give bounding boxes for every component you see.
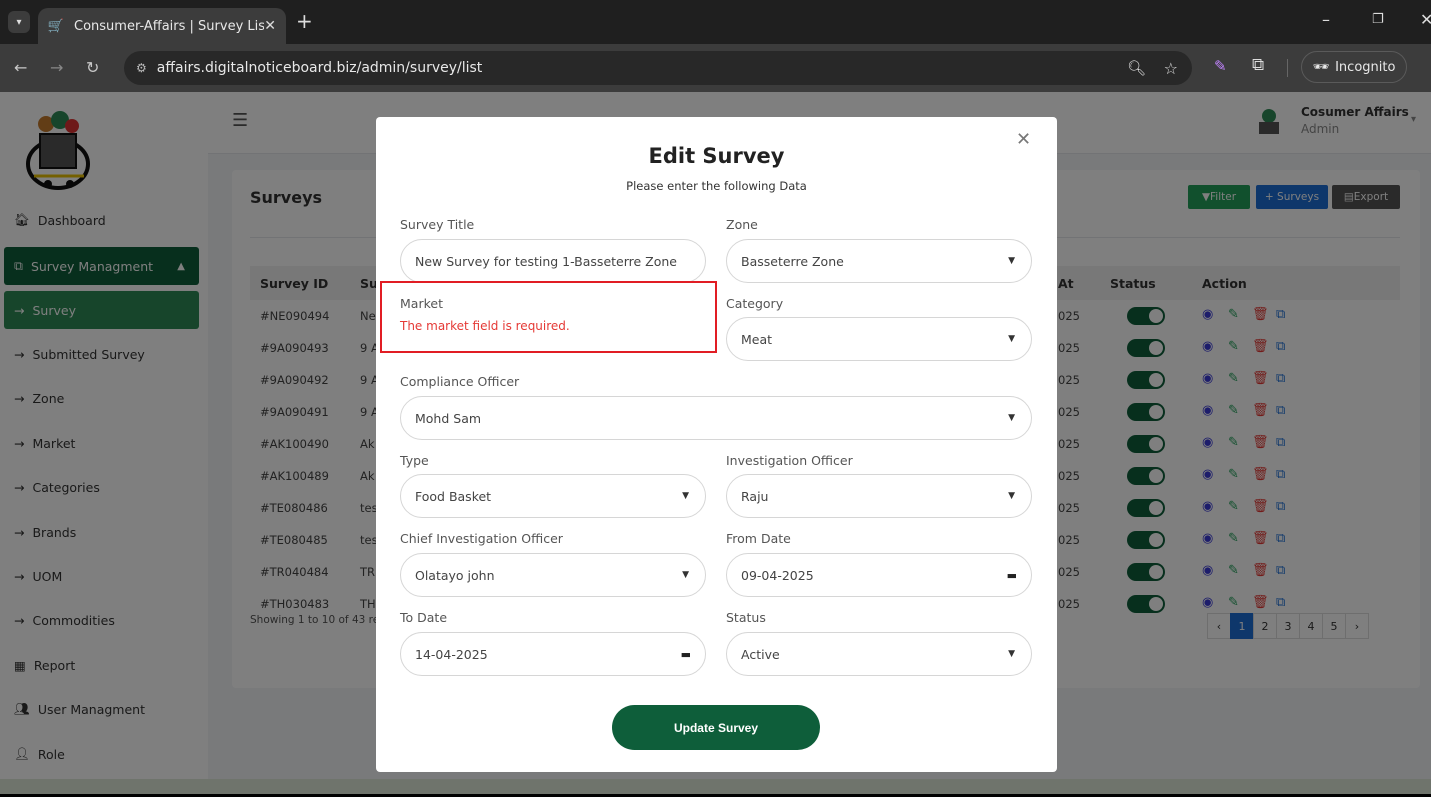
- chevron-down-icon: ▼: [1008, 413, 1015, 423]
- market-label: Market: [400, 296, 443, 311]
- toolbar-separator: [1287, 59, 1288, 77]
- update-survey-button[interactable]: Update Survey: [612, 705, 820, 750]
- extension-feather-icon[interactable]: ✎: [1214, 57, 1227, 75]
- chevron-down-icon: ▼: [1008, 256, 1015, 266]
- incognito-icon: 🕶︎: [1312, 59, 1330, 75]
- investigation-officer-select[interactable]: Raju ▼: [726, 474, 1032, 518]
- window-minimize-icon[interactable]: –: [1322, 10, 1330, 29]
- investigation-officer-label: Investigation Officer: [726, 453, 853, 468]
- back-icon[interactable]: ←: [14, 58, 27, 77]
- incognito-badge[interactable]: 🕶︎ Incognito: [1301, 51, 1407, 83]
- site-info-icon[interactable]: ⚙: [136, 61, 147, 75]
- modal-title: Edit Survey: [648, 144, 785, 168]
- window-restore-icon[interactable]: ❐: [1372, 12, 1384, 27]
- from-date-label: From Date: [726, 531, 791, 546]
- category-select[interactable]: Meat ▼: [726, 317, 1032, 361]
- type-label: Type: [400, 453, 429, 468]
- extensions-puzzle-icon[interactable]: ⧉: [1252, 55, 1264, 75]
- market-error-message: The market field is required.: [400, 319, 570, 333]
- type-select[interactable]: Food Basket ▼: [400, 474, 706, 518]
- compliance-officer-select[interactable]: Mohd Sam ▼: [400, 396, 1032, 440]
- type-value: Food Basket: [415, 488, 492, 504]
- forward-icon[interactable]: →: [50, 58, 63, 77]
- zone-label: Zone: [726, 217, 758, 232]
- from-date-input[interactable]: 09-04-2025 ▬: [726, 553, 1032, 597]
- browser-tab-bar: ▾ 🛒 Consumer-Affairs | Survey List ✕ + –…: [0, 0, 1431, 44]
- from-date-value: 09-04-2025: [741, 567, 814, 583]
- bookmark-star-icon[interactable]: ☆: [1164, 59, 1178, 78]
- chevron-down-icon: ▼: [682, 570, 689, 580]
- modal-subtitle: Please enter the following Data: [626, 179, 807, 193]
- compliance-officer-label: Compliance Officer: [400, 374, 520, 389]
- category-value: Meat: [741, 331, 773, 347]
- window-close-icon[interactable]: ✕: [1420, 10, 1431, 29]
- zone-value: Basseterre Zone: [741, 253, 844, 269]
- survey-title-input[interactable]: New Survey for testing 1-Basseterre Zone: [400, 239, 706, 283]
- chevron-down-icon: ▼: [682, 491, 689, 501]
- tab-search-button[interactable]: ▾: [8, 11, 30, 33]
- chevron-down-icon: ▼: [1008, 334, 1015, 344]
- category-label: Category: [726, 296, 784, 311]
- to-date-input[interactable]: 14-04-2025 ▬: [400, 632, 706, 676]
- to-date-label: To Date: [400, 610, 448, 625]
- to-date-value: 14-04-2025: [415, 646, 488, 662]
- survey-title-label: Survey Title: [400, 217, 475, 232]
- zoom-icon[interactable]: 🔍︎: [1127, 59, 1146, 77]
- status-label: Status: [726, 610, 766, 625]
- tab-title: Consumer-Affairs | Survey List: [74, 18, 265, 34]
- chief-investigation-officer-label: Chief Investigation Officer: [400, 531, 563, 546]
- chief-investigation-officer-value: Olatayo john: [415, 567, 495, 583]
- browser-tab[interactable]: 🛒 Consumer-Affairs | Survey List ✕: [38, 8, 286, 44]
- compliance-officer-value: Mohd Sam: [415, 410, 482, 426]
- market-error-highlight: [380, 281, 717, 353]
- investigation-officer-value: Raju: [741, 488, 769, 504]
- zone-select[interactable]: Basseterre Zone ▼: [726, 239, 1032, 283]
- url-text: affairs.digitalnoticeboard.biz/admin/sur…: [156, 60, 483, 76]
- calendar-icon[interactable]: ▬: [681, 648, 691, 661]
- incognito-label: Incognito: [1335, 59, 1396, 75]
- chief-investigation-officer-select[interactable]: Olatayo john ▼: [400, 553, 706, 597]
- new-tab-icon[interactable]: +: [296, 10, 313, 32]
- status-select[interactable]: Active ▼: [726, 632, 1032, 676]
- chevron-down-icon: ▼: [1008, 491, 1015, 501]
- site-favicon-icon: 🛒: [47, 18, 65, 34]
- tab-close-icon[interactable]: ✕: [264, 18, 276, 34]
- calendar-icon[interactable]: ▬: [1007, 569, 1017, 582]
- edit-survey-modal: ✕ Edit Survey Please enter the following…: [376, 117, 1057, 772]
- chevron-down-icon: ▼: [1008, 649, 1015, 659]
- reload-icon[interactable]: ↻: [86, 58, 99, 77]
- address-bar[interactable]: ⚙ affairs.digitalnoticeboard.biz/admin/s…: [124, 51, 1192, 85]
- status-value: Active: [741, 646, 780, 662]
